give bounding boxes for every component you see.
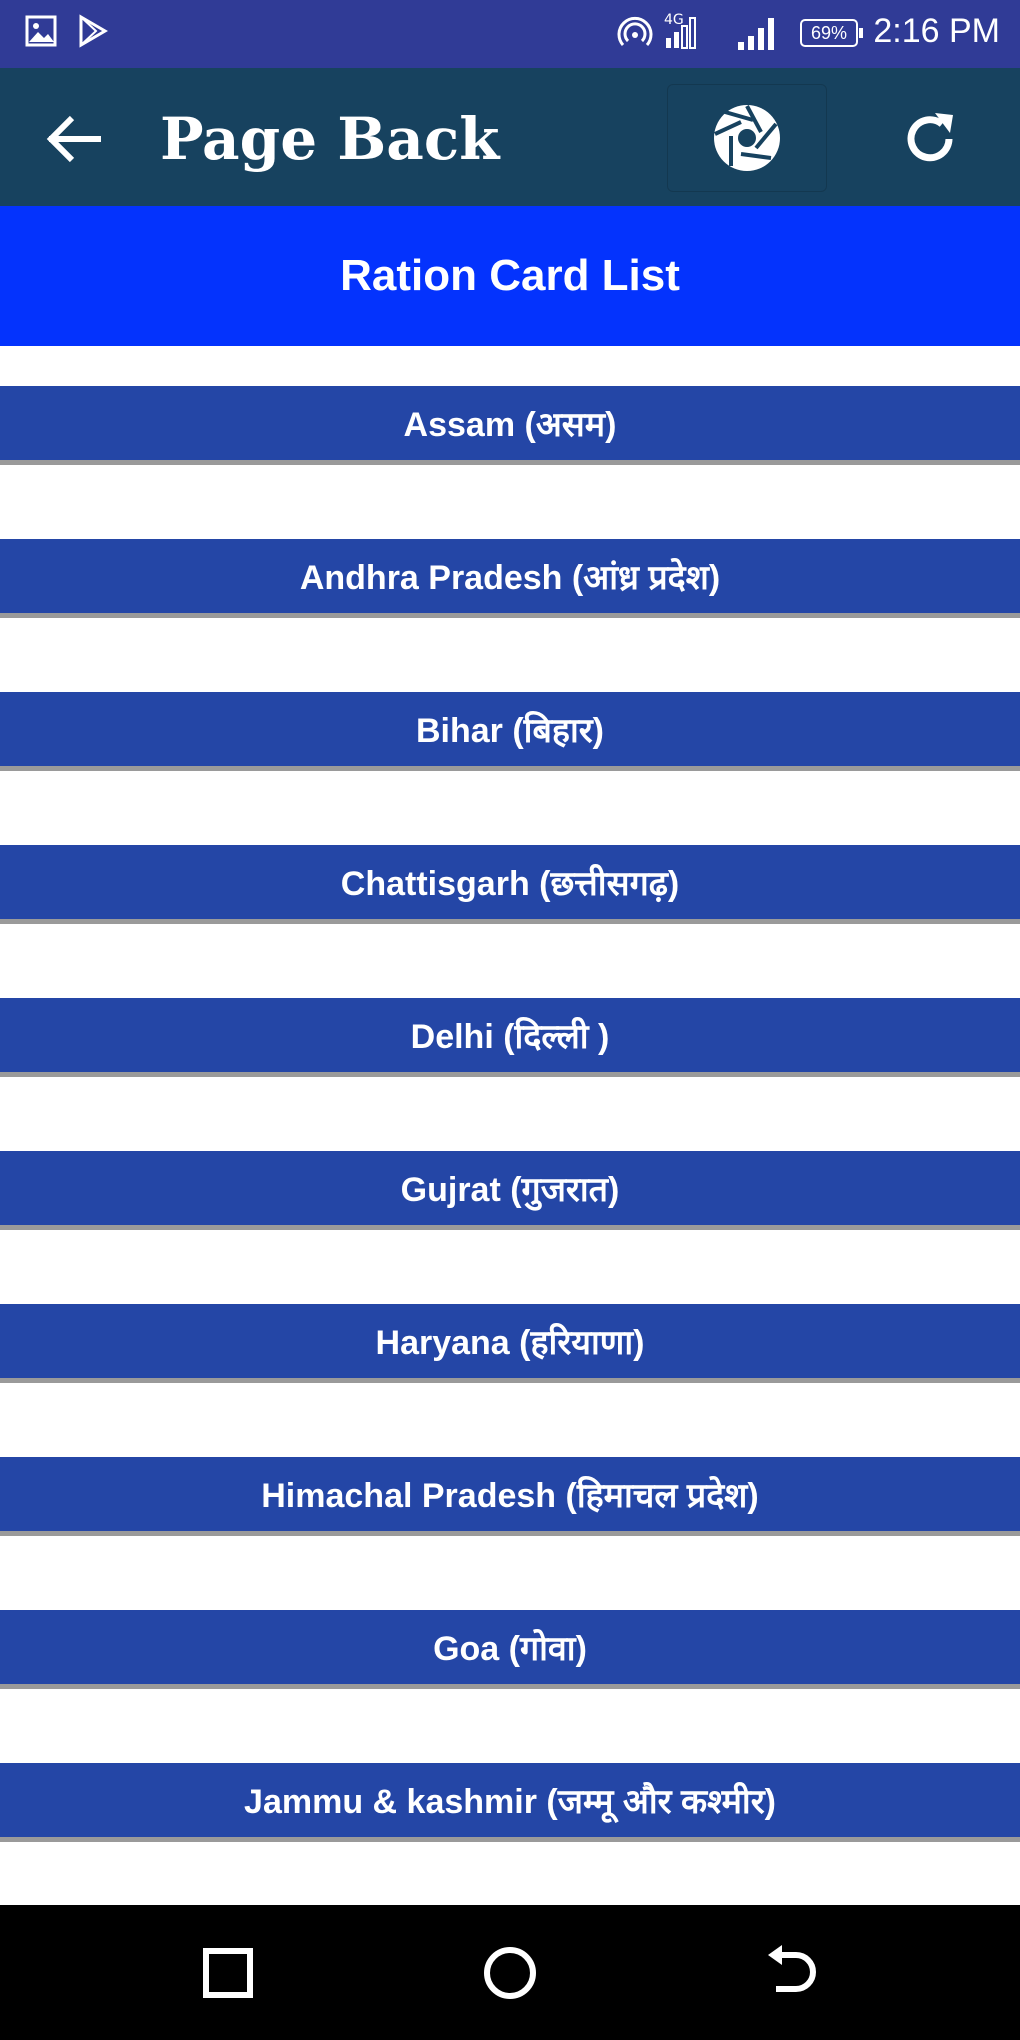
back-nav-icon[interactable]: [762, 1943, 822, 2003]
back-arrow-icon[interactable]: [38, 104, 108, 174]
svg-text:4G: 4G: [664, 12, 684, 28]
state-item-haryana[interactable]: Haryana (हरियाणा): [0, 1304, 1020, 1383]
ration-card-list-header: Ration Card List: [0, 206, 1020, 346]
page-title: Page Back: [160, 105, 500, 173]
status-bar: 4G 69% 2:16 PM: [0, 0, 1020, 68]
signal-4g-icon: 4G: [662, 8, 708, 58]
navigation-bar: [0, 1905, 1020, 2040]
signal-bars-icon: [736, 14, 782, 58]
state-item-delhi[interactable]: Delhi (दिल्ली ): [0, 998, 1020, 1077]
camera-shutter-icon: [711, 102, 783, 178]
battery-icon: 69%: [800, 19, 863, 47]
image-icon: [24, 14, 58, 52]
app-bar: Page Back: [0, 68, 1020, 206]
state-item-himachal-pradesh[interactable]: Himachal Pradesh (हिमाचल प्रदेश): [0, 1457, 1020, 1536]
refresh-icon[interactable]: [895, 104, 965, 174]
state-item-bihar[interactable]: Bihar (बिहार): [0, 692, 1020, 771]
state-item-assam[interactable]: Assam (असम): [0, 386, 1020, 465]
play-store-icon: [76, 14, 110, 52]
home-circle-icon[interactable]: [480, 1943, 540, 2003]
state-item-chattisgarh[interactable]: Chattisgarh (छत्तीसगढ़): [0, 845, 1020, 924]
hotspot-icon: [616, 14, 654, 56]
clock-time: 2:16 PM: [873, 12, 1000, 50]
state-item-jammu-kashmir[interactable]: Jammu & kashmir (जम्मू और कश्मीर): [0, 1763, 1020, 1842]
state-item-goa[interactable]: Goa (गोवा): [0, 1610, 1020, 1689]
camera-shutter-button[interactable]: [667, 84, 827, 192]
recents-square-icon[interactable]: [198, 1943, 258, 2003]
state-item-gujrat[interactable]: Gujrat (गुजरात): [0, 1151, 1020, 1230]
state-item-andhra-pradesh[interactable]: Andhra Pradesh (आंध्र प्रदेश): [0, 539, 1020, 618]
